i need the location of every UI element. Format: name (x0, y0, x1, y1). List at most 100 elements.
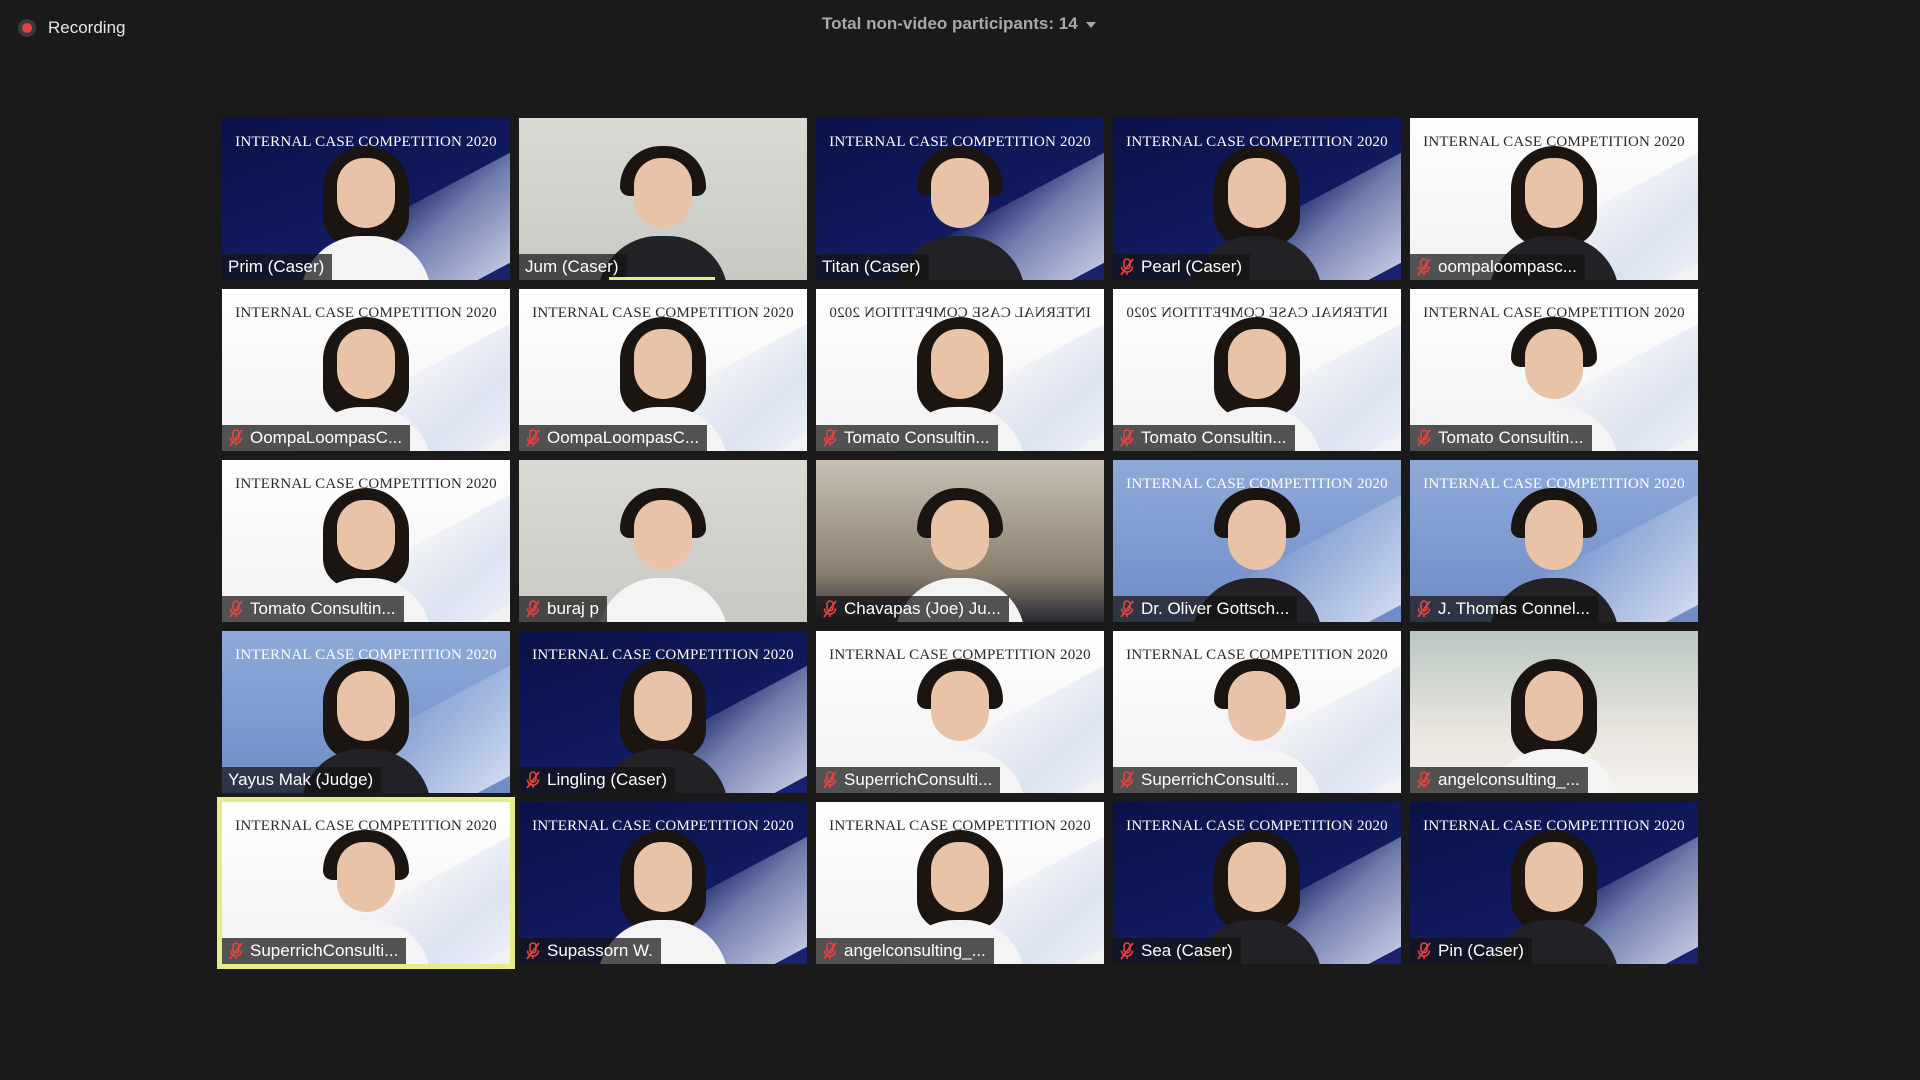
participant-name: Supassorn W. (547, 941, 653, 960)
participant-name-label: Lingling (Caser) (519, 767, 675, 793)
muted-microphone-icon (1119, 771, 1135, 789)
muted-microphone-icon (525, 429, 541, 447)
participant-name: OompaLoompasC... (547, 428, 700, 447)
muted-microphone-icon (822, 429, 838, 447)
participant-name-label: SuperrichConsulti... (1113, 767, 1298, 793)
participant-name-label: Pin (Caser) (1410, 938, 1532, 964)
participant-video-tile[interactable]: Chavapas (Joe) Ju... (816, 460, 1104, 622)
muted-microphone-icon (1416, 429, 1432, 447)
muted-microphone-icon (822, 771, 838, 789)
participant-name: OompaLoompasC... (250, 428, 403, 447)
speaking-indicator (609, 277, 715, 280)
participant-name: Tomato Consultin... (1438, 428, 1584, 447)
participant-video-tile[interactable]: Jum (Caser) (519, 118, 807, 280)
participant-name-label: angelconsulting_... (1410, 767, 1588, 793)
participant-name: Jum (Caser) (525, 257, 619, 276)
participant-name: Tomato Consultin... (1141, 428, 1287, 447)
participant-video-tile[interactable]: INTERNAL CASE COMPETITION 2020 Titan (Cas… (816, 118, 1104, 280)
non-video-participants-label: Total non-video participants: 14 (822, 14, 1078, 33)
participant-video-tile[interactable]: INTERNAL CASE COMPETITION 2020 oompaloomp… (1410, 118, 1698, 280)
muted-microphone-icon (228, 429, 244, 447)
participant-name-label: Tomato Consultin... (1113, 425, 1295, 451)
participant-video-tile[interactable]: INTERNAL CASE COMPETITION 2020 Dr. Oliver… (1113, 460, 1401, 622)
participant-name: Yayus Mak (Judge) (228, 770, 374, 789)
participant-name-label: OompaLoompasC... (222, 425, 411, 451)
participant-name: Pearl (Caser) (1141, 257, 1243, 276)
participant-name: Lingling (Caser) (547, 770, 667, 789)
participant-name-label: buraj p (519, 596, 607, 622)
muted-microphone-icon (1119, 258, 1135, 276)
participant-video-tile[interactable]: INTERNAL CASE COMPETITION 2020 Supassorn … (519, 802, 807, 964)
participant-name: oompaloompasc... (1438, 257, 1577, 276)
participant-video-tile[interactable]: angelconsulting_... (1410, 631, 1698, 793)
participant-name: buraj p (547, 599, 599, 618)
participant-video-tile[interactable]: INTERNAL CASE COMPETITION 2020 Tomato Con… (1113, 289, 1401, 451)
participant-name: Dr. Oliver Gottsch... (1141, 599, 1290, 618)
participant-name: SuperrichConsulti... (1141, 770, 1290, 789)
participant-name-label: angelconsulting_... (816, 938, 994, 964)
meeting-top-bar: Recording Total non-video participants: … (0, 0, 1920, 60)
participant-name-label: OompaLoompasC... (519, 425, 708, 451)
participant-video-tile[interactable]: INTERNAL CASE COMPETITION 2020 SuperrichC… (816, 631, 1104, 793)
participant-name-label: Dr. Oliver Gottsch... (1113, 596, 1298, 622)
participant-name: angelconsulting_... (844, 941, 986, 960)
participant-name-label: Prim (Caser) (222, 254, 333, 280)
participant-name: Tomato Consultin... (844, 428, 990, 447)
participant-video-tile[interactable]: buraj p (519, 460, 807, 622)
muted-microphone-icon (822, 942, 838, 960)
participant-name: SuperrichConsulti... (250, 941, 399, 960)
muted-microphone-icon (1416, 258, 1432, 276)
participant-video-tile[interactable]: INTERNAL CASE COMPETITION 2020 Tomato Con… (816, 289, 1104, 451)
participant-video-tile[interactable]: INTERNAL CASE COMPETITION 2020 Pearl (Cas… (1113, 118, 1401, 280)
participant-video-tile[interactable]: INTERNAL CASE COMPETITION 2020 Pin (Caser… (1410, 802, 1698, 964)
participant-video-tile[interactable]: INTERNAL CASE COMPETITION 2020 OompaLoomp… (222, 289, 510, 451)
muted-microphone-icon (525, 771, 541, 789)
participant-name-label: Tomato Consultin... (816, 425, 998, 451)
muted-microphone-icon (1119, 942, 1135, 960)
muted-microphone-icon (1119, 429, 1135, 447)
participant-video-tile[interactable]: INTERNAL CASE COMPETITION 2020 Tomato Con… (1410, 289, 1698, 451)
participant-name: angelconsulting_... (1438, 770, 1580, 789)
participant-name: Titan (Caser) (822, 257, 921, 276)
muted-microphone-icon (1416, 771, 1432, 789)
participant-video-tile[interactable]: INTERNAL CASE COMPETITION 2020 Sea (Caser… (1113, 802, 1401, 964)
chevron-down-icon (1085, 22, 1096, 28)
participant-name: SuperrichConsulti... (844, 770, 993, 789)
participant-video-feed (588, 478, 738, 622)
participant-video-tile[interactable]: INTERNAL CASE COMPETITION 2020 angelconsu… (816, 802, 1104, 964)
participant-name: Sea (Caser) (1141, 941, 1233, 960)
participant-video-tile[interactable]: INTERNAL CASE COMPETITION 2020 Lingling (… (519, 631, 807, 793)
participant-name-label: SuperrichConsulti... (816, 767, 1001, 793)
participant-name-label: Tomato Consultin... (1410, 425, 1592, 451)
participant-video-tile[interactable]: INTERNAL CASE COMPETITION 2020 Yayus Mak … (222, 631, 510, 793)
participant-name: Chavapas (Joe) Ju... (844, 599, 1001, 618)
participant-name-label: Sea (Caser) (1113, 938, 1241, 964)
muted-microphone-icon (525, 600, 541, 618)
muted-microphone-icon (822, 600, 838, 618)
participant-video-tile[interactable]: INTERNAL CASE COMPETITION 2020 SuperrichC… (1113, 631, 1401, 793)
participant-name-label: Supassorn W. (519, 938, 661, 964)
non-video-participants-dropdown[interactable]: Total non-video participants: 14 (822, 14, 1096, 34)
participant-video-tile[interactable]: INTERNAL CASE COMPETITION 2020 OompaLoomp… (519, 289, 807, 451)
recording-indicator[interactable]: Recording (18, 18, 126, 38)
participant-video-tile[interactable]: INTERNAL CASE COMPETITION 2020 SuperrichC… (217, 797, 515, 969)
muted-microphone-icon (228, 600, 244, 618)
participant-name-label: Pearl (Caser) (1113, 254, 1251, 280)
participant-name: J. Thomas Connel... (1438, 599, 1590, 618)
participant-name: Prim (Caser) (228, 257, 325, 276)
participant-name-label: oompaloompasc... (1410, 254, 1585, 280)
participant-name-label: J. Thomas Connel... (1410, 596, 1598, 622)
participant-video-tile[interactable]: INTERNAL CASE COMPETITION 2020 Tomato Con… (222, 460, 510, 622)
muted-microphone-icon (525, 942, 541, 960)
participant-name: Pin (Caser) (1438, 941, 1524, 960)
muted-microphone-icon (1416, 600, 1432, 618)
participant-name-label: Tomato Consultin... (222, 596, 404, 622)
participant-name: Tomato Consultin... (250, 599, 396, 618)
gallery-view-grid: INTERNAL CASE COMPETITION 2020 Prim (Case… (217, 118, 1698, 969)
recording-icon (18, 19, 36, 37)
recording-label: Recording (48, 18, 126, 37)
participant-video-tile[interactable]: INTERNAL CASE COMPETITION 2020 J. Thomas … (1410, 460, 1698, 622)
participant-name-label: Yayus Mak (Judge) (222, 767, 382, 793)
participant-video-tile[interactable]: INTERNAL CASE COMPETITION 2020 Prim (Case… (222, 118, 510, 280)
muted-microphone-icon (228, 942, 244, 960)
